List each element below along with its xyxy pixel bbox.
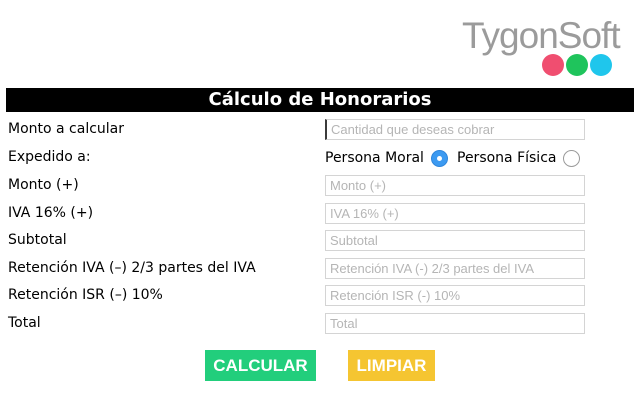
monto-label: Monto (+) — [8, 177, 79, 193]
monto-input[interactable] — [325, 175, 585, 196]
monto-a-calcular-label: Monto a calcular — [8, 121, 125, 137]
row-retencion-isr: Retención ISR (–) 10% — [0, 281, 640, 309]
total-input[interactable] — [325, 313, 585, 334]
monto-a-calcular-input[interactable] — [325, 119, 585, 140]
logo-green-dot — [566, 54, 588, 76]
logo-red-dot — [542, 54, 564, 76]
persona-fisica-radio[interactable] — [563, 150, 580, 167]
subtotal-label: Subtotal — [8, 232, 67, 248]
row-total: Total — [0, 309, 640, 337]
retencion-iva-label: Retención IVA (–) 2/3 partes del IVA — [8, 260, 256, 276]
row-monto: Monto (+) — [0, 171, 640, 199]
row-monto-a-calcular: Monto a calcular — [0, 115, 640, 143]
row-subtotal: Subtotal — [0, 226, 640, 254]
persona-fisica-label[interactable]: Persona Física — [457, 149, 556, 167]
logo-cyan-dot — [590, 54, 612, 76]
tygonsoft-logo: TygonSoft — [462, 14, 622, 76]
expedido-label: Expedido a: — [8, 149, 91, 165]
subtotal-input[interactable] — [325, 230, 585, 251]
limpiar-button[interactable]: LIMPIAR — [348, 350, 435, 381]
total-label: Total — [8, 315, 41, 331]
page-title: Cálculo de Honorarios — [6, 88, 634, 112]
row-iva: IVA 16% (+) — [0, 199, 640, 227]
calcular-button[interactable]: CALCULAR — [205, 350, 316, 381]
persona-moral-radio[interactable] — [431, 150, 448, 167]
persona-moral-label[interactable]: Persona Moral — [325, 149, 424, 167]
logo-text: TygonSoft — [462, 15, 621, 56]
row-retencion-iva: Retención IVA (–) 2/3 partes del IVA — [0, 254, 640, 282]
iva-label: IVA 16% (+) — [8, 205, 94, 221]
iva-input[interactable] — [325, 203, 585, 224]
retencion-isr-label: Retención ISR (–) 10% — [8, 287, 163, 303]
row-expedido: Expedido a: Persona Moral Persona Física — [0, 143, 640, 171]
retencion-iva-input[interactable] — [325, 258, 585, 279]
retencion-isr-input[interactable] — [325, 285, 585, 306]
